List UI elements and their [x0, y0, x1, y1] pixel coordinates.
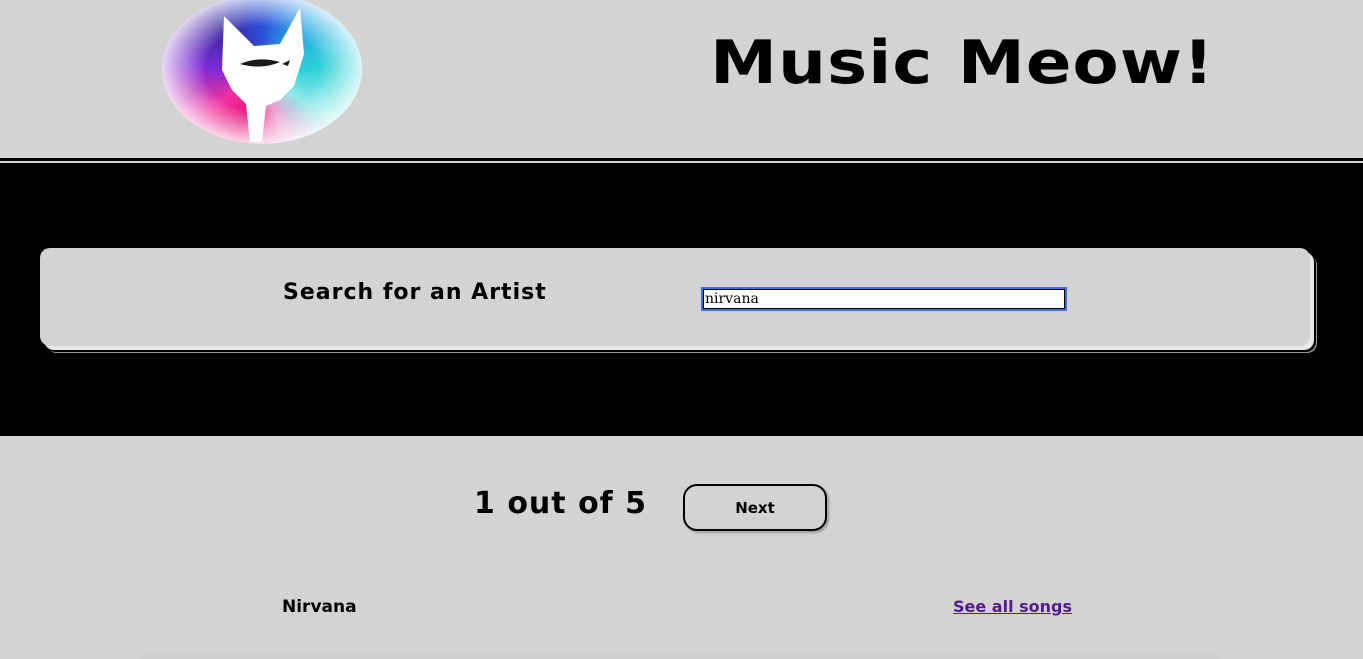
- site-header: Music Meow!: [0, 0, 1363, 158]
- pager-count: 1 out of 5: [474, 486, 648, 521]
- cat-logo-icon: [162, 0, 362, 144]
- next-result-row: [140, 648, 1220, 659]
- site-title: Music Meow!: [710, 28, 1215, 98]
- see-all-songs-link[interactable]: See all songs: [953, 597, 1072, 616]
- artist-search-input[interactable]: [701, 287, 1067, 311]
- artist-name: Nirvana: [282, 597, 357, 617]
- search-label: Search for an Artist: [283, 280, 547, 305]
- next-button[interactable]: Next: [683, 484, 827, 531]
- results-panel: [0, 436, 1363, 659]
- search-card: [40, 248, 1310, 346]
